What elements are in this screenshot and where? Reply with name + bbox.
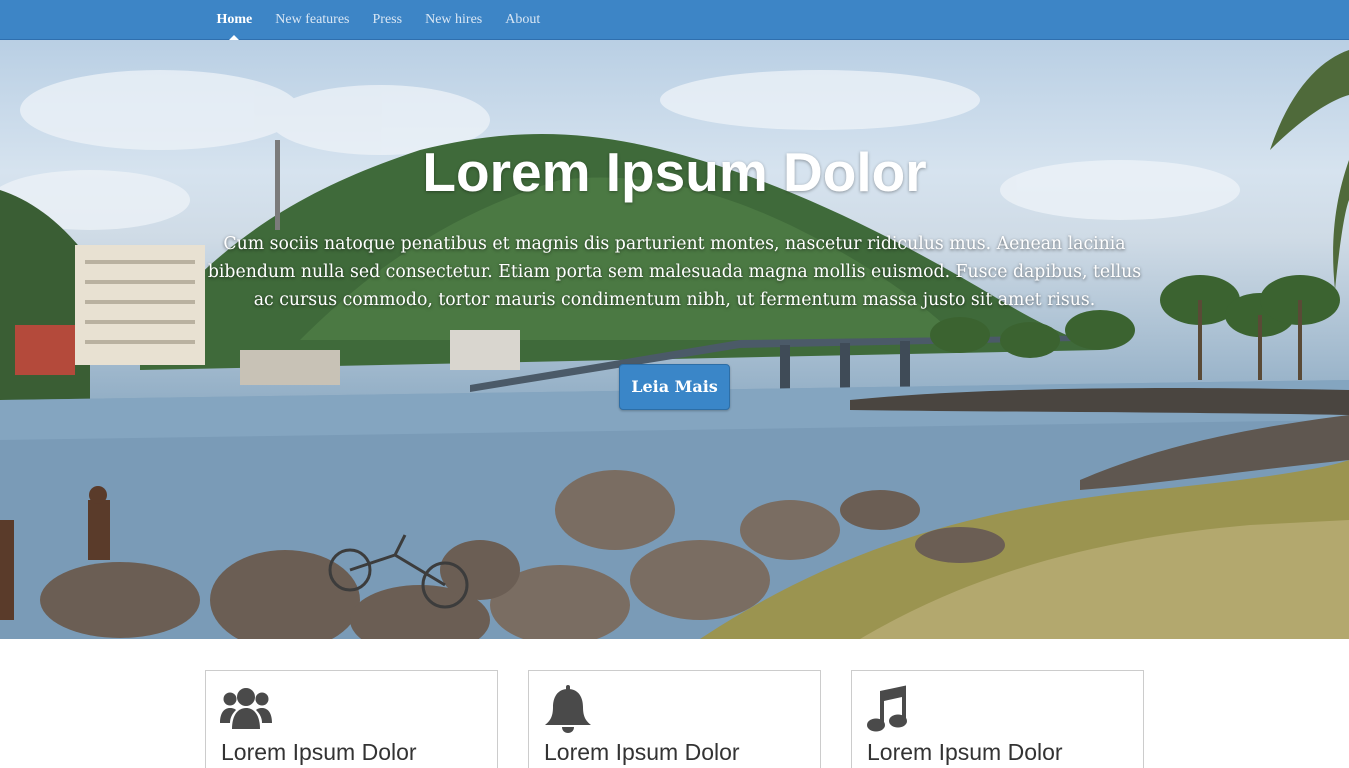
feature-card: Lorem Ipsum Dolor xyxy=(851,670,1144,768)
nav-item-home[interactable]: Home xyxy=(205,0,264,40)
hero-description: Cum sociis natoque penatibus et magnis d… xyxy=(207,234,1142,310)
nav-item-new-hires[interactable]: New hires xyxy=(414,0,494,40)
read-more-button[interactable]: Leia Mais xyxy=(619,364,730,410)
bell-icon xyxy=(545,685,591,733)
nav-menu: Home New features Press New hires About xyxy=(205,0,552,40)
top-navbar: Home New features Press New hires About xyxy=(0,0,1349,40)
feature-card: Lorem Ipsum Dolor xyxy=(528,670,821,768)
feature-card: Lorem Ipsum Dolor xyxy=(205,670,498,768)
hero-section: Lorem Ipsum Dolor Cum sociis natoque pen… xyxy=(0,40,1349,639)
nav-item-new-features[interactable]: New features xyxy=(264,0,361,40)
nav-item-press[interactable]: Press xyxy=(361,0,414,40)
users-icon xyxy=(220,688,272,729)
hero-title: Lorem Ipsum Dolor xyxy=(422,141,927,203)
feature-cards: Lorem Ipsum Dolor Lorem Ipsum Dolor Lore… xyxy=(205,670,1145,768)
nav-item-about[interactable]: About xyxy=(494,0,552,40)
music-icon xyxy=(867,685,907,732)
card-title: Lorem Ipsum Dolor xyxy=(867,739,1063,765)
card-title: Lorem Ipsum Dolor xyxy=(221,739,417,765)
hero-background-image xyxy=(0,50,1349,639)
card-title: Lorem Ipsum Dolor xyxy=(544,739,740,765)
